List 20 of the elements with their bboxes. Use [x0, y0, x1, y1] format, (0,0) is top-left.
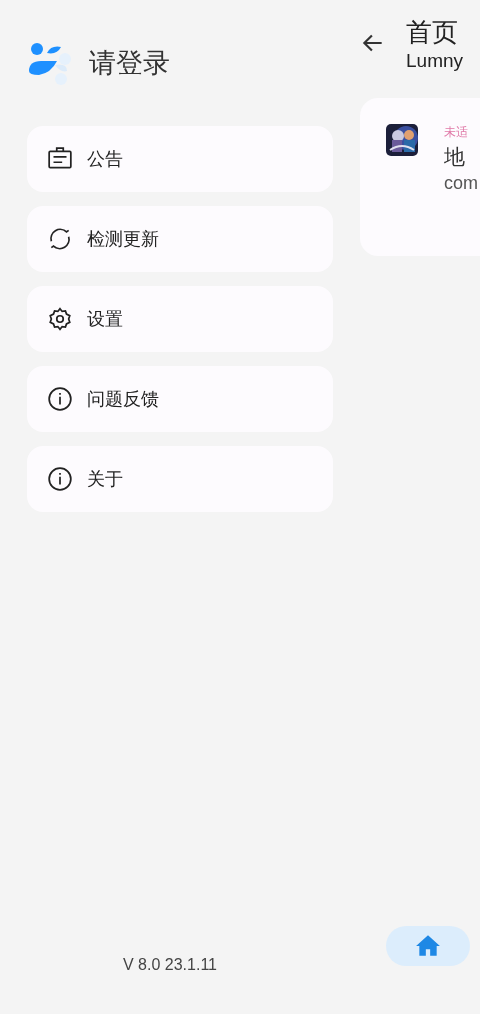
- refresh-icon: [47, 226, 73, 252]
- info-icon: [47, 466, 73, 492]
- menu-item[interactable]: 检测更新: [27, 206, 333, 272]
- menu-item[interactable]: 设置: [27, 286, 333, 352]
- page-subtitle: Lumny: [406, 49, 464, 72]
- login-title[interactable]: 请登录: [89, 45, 170, 81]
- home-tab[interactable]: [386, 926, 470, 966]
- settings-icon: [47, 306, 73, 332]
- version-text: V 8.0 23.1.11: [122, 956, 218, 974]
- home-icon: [415, 933, 441, 959]
- app-name: 地: [444, 144, 465, 171]
- info-icon: [47, 386, 73, 412]
- menu-item[interactable]: 问题反馈: [27, 366, 333, 432]
- menu-item[interactable]: 关于: [27, 446, 333, 512]
- notice-icon: [47, 146, 73, 172]
- package-name: com: [444, 173, 478, 194]
- menu-item[interactable]: 公告: [27, 126, 333, 192]
- page-title: 首页: [406, 15, 459, 49]
- status-tag: 未适: [444, 124, 468, 141]
- app-card[interactable]: 未适 地 com: [360, 98, 480, 256]
